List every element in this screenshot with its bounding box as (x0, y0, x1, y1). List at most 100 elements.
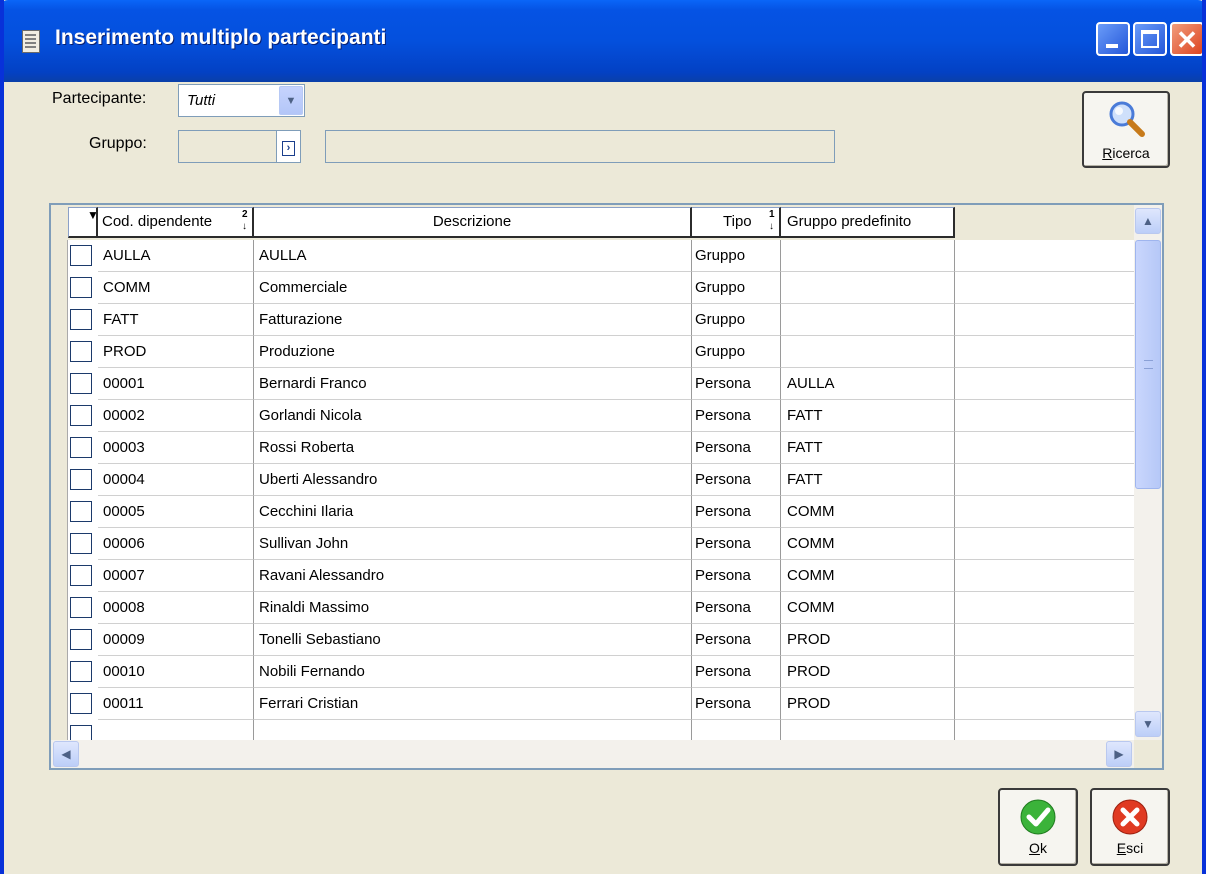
table-row[interactable]: 00007 Ravani Alessandro Persona COMM (51, 560, 1134, 592)
gruppo-code-input[interactable] (178, 130, 278, 163)
cell-code[interactable] (98, 720, 254, 740)
cell-description[interactable]: Fatturazione (254, 304, 692, 336)
cell-default-group[interactable] (781, 304, 955, 336)
row-selector[interactable] (51, 720, 68, 740)
table-row[interactable]: AULLA AULLA Gruppo (51, 240, 1134, 272)
row-selector[interactable] (51, 624, 68, 656)
cell-code[interactable]: 00001 (98, 368, 254, 400)
table-row[interactable]: 00002 Gorlandi Nicola Persona FATT (51, 400, 1134, 432)
cell-description[interactable]: Produzione (254, 336, 692, 368)
row-selector[interactable] (51, 400, 68, 432)
cell-description[interactable]: Ferrari Cristian (254, 688, 692, 720)
cell-description[interactable]: Sullivan John (254, 528, 692, 560)
esci-button[interactable]: Esci (1090, 788, 1170, 866)
title-bar[interactable]: Inserimento multiplo partecipanti ✕ (4, 0, 1202, 82)
table-row[interactable]: 00006 Sullivan John Persona COMM (51, 528, 1134, 560)
cell-type[interactable]: Gruppo (692, 304, 781, 336)
row-selector[interactable] (51, 432, 68, 464)
cell-default-group[interactable]: FATT (781, 432, 955, 464)
cell-code[interactable]: PROD (98, 336, 254, 368)
header-descrizione[interactable]: Descrizione (254, 207, 692, 238)
cell-description[interactable]: Ravani Alessandro (254, 560, 692, 592)
row-selector[interactable] (51, 368, 68, 400)
table-row[interactable]: PROD Produzione Gruppo (51, 336, 1134, 368)
cell-default-group[interactable]: PROD (781, 624, 955, 656)
cell-type[interactable]: Persona (692, 400, 781, 432)
cell-default-group[interactable]: FATT (781, 464, 955, 496)
row-checkbox[interactable] (70, 437, 92, 458)
header-gruppo-predefinito[interactable]: Gruppo predefinito (781, 207, 955, 238)
cell-description[interactable] (254, 720, 692, 740)
cell-default-group[interactable] (781, 336, 955, 368)
cell-type[interactable]: Gruppo (692, 240, 781, 272)
cell-code[interactable]: 00009 (98, 624, 254, 656)
cell-type[interactable]: Persona (692, 560, 781, 592)
cell-code[interactable]: 00004 (98, 464, 254, 496)
cell-code[interactable]: 00005 (98, 496, 254, 528)
partecipante-select[interactable]: Tutti ▼ (178, 84, 305, 117)
table-row[interactable]: 00003 Rossi Roberta Persona FATT (51, 432, 1134, 464)
cell-type[interactable]: Persona (692, 368, 781, 400)
row-checkbox[interactable] (70, 341, 92, 362)
cell-description[interactable]: Rinaldi Massimo (254, 592, 692, 624)
cell-type[interactable]: Persona (692, 592, 781, 624)
cell-type[interactable]: Persona (692, 624, 781, 656)
cell-description[interactable]: Bernardi Franco (254, 368, 692, 400)
horizontal-scrollbar[interactable]: ◀ ▶ (51, 740, 1134, 768)
row-checkbox[interactable] (70, 469, 92, 490)
cell-description[interactable]: AULLA (254, 240, 692, 272)
table-row[interactable]: 00009 Tonelli Sebastiano Persona PROD (51, 624, 1134, 656)
cell-default-group[interactable] (781, 272, 955, 304)
cell-type[interactable]: Persona (692, 496, 781, 528)
cell-type[interactable]: Persona (692, 432, 781, 464)
cell-type[interactable] (692, 720, 781, 740)
row-checkbox[interactable] (70, 533, 92, 554)
vertical-scrollbar[interactable]: ▲ ▼ (1134, 205, 1162, 740)
close-button[interactable]: ✕ (1170, 22, 1202, 56)
cell-default-group[interactable]: COMM (781, 496, 955, 528)
cell-type[interactable]: Gruppo (692, 336, 781, 368)
row-selector[interactable] (51, 336, 68, 368)
cell-default-group[interactable]: COMM (781, 528, 955, 560)
cell-code[interactable]: 00008 (98, 592, 254, 624)
scroll-right-icon[interactable]: ▶ (1106, 741, 1132, 767)
scroll-thumb[interactable] (1135, 240, 1161, 489)
table-row[interactable]: 00001 Bernardi Franco Persona AULLA (51, 368, 1134, 400)
row-selector[interactable] (51, 592, 68, 624)
cell-code[interactable]: 00002 (98, 400, 254, 432)
cell-code[interactable]: 00010 (98, 656, 254, 688)
header-cod-dipendente[interactable]: Cod. dipendente 2 ↓ (98, 207, 254, 238)
header-select-all[interactable]: ▼ (68, 207, 98, 238)
row-selector[interactable] (51, 464, 68, 496)
table-row[interactable]: 00010 Nobili Fernando Persona PROD (51, 656, 1134, 688)
cell-code[interactable]: 00011 (98, 688, 254, 720)
cell-description[interactable]: Commerciale (254, 272, 692, 304)
cell-default-group[interactable]: AULLA (781, 368, 955, 400)
row-checkbox[interactable] (70, 405, 92, 426)
row-selector[interactable] (51, 528, 68, 560)
chevron-down-icon[interactable]: ▼ (279, 86, 303, 115)
cell-description[interactable]: Rossi Roberta (254, 432, 692, 464)
row-checkbox[interactable] (70, 373, 92, 394)
table-row[interactable]: 00005 Cecchini Ilaria Persona COMM (51, 496, 1134, 528)
cell-description[interactable]: Tonelli Sebastiano (254, 624, 692, 656)
cell-description[interactable]: Cecchini Ilaria (254, 496, 692, 528)
table-row[interactable]: 00008 Rinaldi Massimo Persona COMM (51, 592, 1134, 624)
row-checkbox[interactable] (70, 725, 92, 740)
cell-code[interactable]: AULLA (98, 240, 254, 272)
cell-type[interactable]: Persona (692, 656, 781, 688)
cell-type[interactable]: Persona (692, 688, 781, 720)
ricerca-button[interactable]: Ricerca (1082, 91, 1170, 168)
cell-type[interactable]: Persona (692, 528, 781, 560)
scroll-left-icon[interactable]: ◀ (53, 741, 79, 767)
cell-code[interactable]: 00003 (98, 432, 254, 464)
row-selector[interactable] (51, 656, 68, 688)
row-checkbox[interactable] (70, 597, 92, 618)
table-row[interactable]: COMM Commerciale Gruppo (51, 272, 1134, 304)
cell-default-group[interactable]: COMM (781, 592, 955, 624)
cell-description[interactable]: Nobili Fernando (254, 656, 692, 688)
header-tipo[interactable]: Tipo 1 ↓ (692, 207, 781, 238)
cell-default-group[interactable] (781, 720, 955, 740)
cell-default-group[interactable] (781, 240, 955, 272)
cell-default-group[interactable]: COMM (781, 560, 955, 592)
